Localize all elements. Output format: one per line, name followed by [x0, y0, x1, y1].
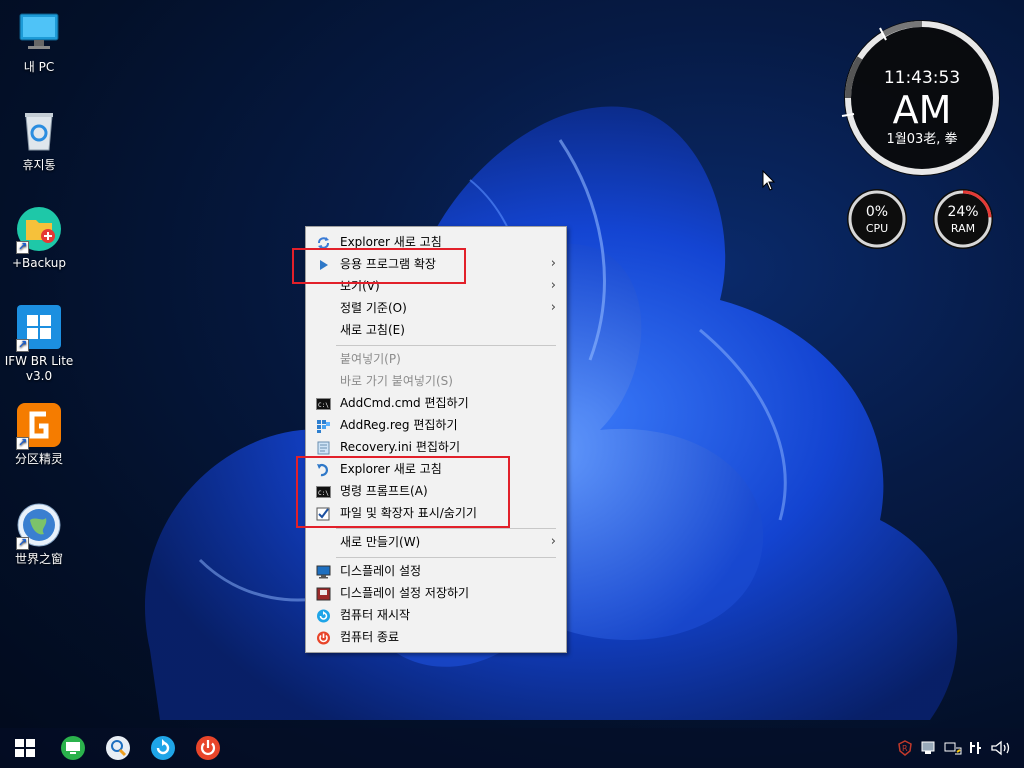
menu-item-refresh[interactable]: 새로 고침(E) — [306, 319, 566, 341]
desktop-icon-label: 分区精灵 — [14, 452, 63, 466]
desktop-icon-my-pc[interactable]: 내 PC — [4, 10, 74, 75]
highlight-box — [296, 456, 510, 528]
clock-date: 1월03老, 拳 — [886, 132, 958, 147]
cpu-label: CPU — [865, 222, 889, 235]
language-icon[interactable] — [968, 740, 982, 756]
clock-ampm: AM — [892, 88, 952, 132]
menu-item-new[interactable]: 새로 만들기(W) › — [306, 531, 566, 553]
shortcut-arrow-icon — [16, 435, 29, 450]
display-icon — [316, 564, 331, 579]
menu-item-label: Explorer 새로 고침 — [340, 235, 442, 249]
desktop-icon-partition[interactable]: 分区精灵 — [4, 402, 74, 467]
menu-item-label: AddReg.reg 편집하기 — [340, 418, 458, 432]
desktop-icon-label: IFW BR Lite v3.0 — [4, 354, 74, 383]
highlight-box — [292, 248, 466, 284]
menu-item-label: 정렬 기준(O) — [340, 301, 407, 315]
menu-item-label: 디스플레이 설정 — [340, 564, 422, 578]
menu-item-restart[interactable]: 컴퓨터 재시작 — [306, 604, 566, 626]
monitor-app-icon[interactable] — [60, 735, 86, 761]
menu-item-shutdown[interactable]: 컴퓨터 종료 — [306, 626, 566, 648]
chevron-right-icon: › — [550, 278, 556, 293]
menu-item-label: 컴퓨터 종료 — [340, 630, 400, 644]
power-icon — [316, 630, 331, 645]
desktop-icon-browser[interactable]: 世界之窗 — [4, 502, 74, 567]
search-app-icon[interactable] — [105, 735, 131, 761]
menu-item-label: AddCmd.cmd 편집하기 — [340, 396, 469, 410]
refresh-app-icon[interactable] — [150, 735, 176, 761]
desktop-icon-backup[interactable]: +Backup — [4, 206, 74, 271]
menu-item-label: 디스플레이 설정 저장하기 — [340, 586, 470, 600]
clock-time: 11:43:53 — [883, 68, 961, 88]
registry-icon — [316, 418, 331, 433]
desktop-context-menu: Explorer 새로 고침 응용 프로그램 확장 › 보기(V) › 정렬 기… — [305, 226, 567, 653]
recycle-bin-icon — [16, 108, 62, 154]
menu-separator — [336, 345, 556, 346]
restart-icon — [316, 608, 331, 623]
menu-item-display-settings[interactable]: 디스플레이 설정 — [306, 560, 566, 582]
backup-folder-icon — [16, 206, 62, 254]
menu-separator — [336, 528, 556, 529]
ram-value: 24% — [947, 204, 979, 220]
menu-item-label: Recovery.ini 편집하기 — [340, 440, 460, 454]
desktop-icon-label: +Backup — [11, 256, 67, 270]
monitor-icon — [16, 10, 62, 56]
globe-browser-icon — [16, 502, 62, 550]
power-app-icon[interactable] — [195, 735, 221, 761]
menu-separator — [336, 557, 556, 558]
partition-tool-icon — [16, 402, 62, 450]
svg-text:C:\: C:\ — [318, 402, 329, 409]
desktop-icon-label: 휴지통 — [22, 158, 56, 172]
chevron-right-icon: › — [550, 256, 556, 271]
desktop-icon-label: 내 PC — [23, 60, 55, 74]
menu-item-paste-shortcut: 바로 가기 붙여넣기(S) — [306, 370, 566, 392]
chevron-right-icon: › — [550, 534, 556, 549]
menu-item-edit-addcmd[interactable]: C:\ AddCmd.cmd 편집하기 — [306, 392, 566, 414]
menu-item-label: 컴퓨터 재시작 — [340, 608, 411, 622]
menu-item-label: 새로 만들기(W) — [340, 535, 421, 549]
refresh-icon — [316, 235, 331, 249]
svg-text:R: R — [902, 744, 908, 753]
security-icon[interactable]: R — [898, 740, 912, 756]
menu-item-label: 새로 고침(E) — [340, 323, 405, 337]
cpu-value: 0% — [865, 204, 889, 220]
menu-item-label: 붙여넣기(P) — [340, 352, 401, 366]
chevron-right-icon: › — [550, 300, 556, 315]
shortcut-arrow-icon — [16, 337, 29, 352]
menu-item-save-display-settings[interactable]: 디스플레이 설정 저장하기 — [306, 582, 566, 604]
menu-item-edit-recovery[interactable]: Recovery.ini 편집하기 — [306, 436, 566, 458]
cmd-icon: C:\ — [316, 396, 331, 410]
desktop-icon-label: 世界之窗 — [14, 552, 63, 566]
shortcut-arrow-icon — [16, 239, 29, 254]
display-save-icon — [316, 586, 331, 601]
shortcut-arrow-icon — [16, 535, 29, 550]
sync-icon[interactable] — [944, 740, 962, 756]
desktop-icon-ifw-br-lite[interactable]: IFW BR Lite v3.0 — [4, 304, 74, 384]
start-icon[interactable] — [12, 735, 38, 761]
network-icon[interactable] — [920, 740, 936, 756]
notepad-icon — [316, 440, 331, 455]
menu-item-paste: 붙여넣기(P) — [306, 348, 566, 370]
volume-icon[interactable] — [990, 740, 1012, 756]
menu-item-sort-by[interactable]: 정렬 기준(O) › — [306, 297, 566, 319]
ram-label: RAM — [950, 222, 976, 235]
menu-item-edit-addreg[interactable]: AddReg.reg 편집하기 — [306, 414, 566, 436]
menu-item-label: 바로 가기 붙여넣기(S) — [340, 374, 453, 388]
desktop-icon-recycle-bin[interactable]: 휴지통 — [4, 108, 74, 173]
windows-logo-icon — [16, 304, 62, 352]
mouse-cursor-icon — [762, 170, 776, 191]
